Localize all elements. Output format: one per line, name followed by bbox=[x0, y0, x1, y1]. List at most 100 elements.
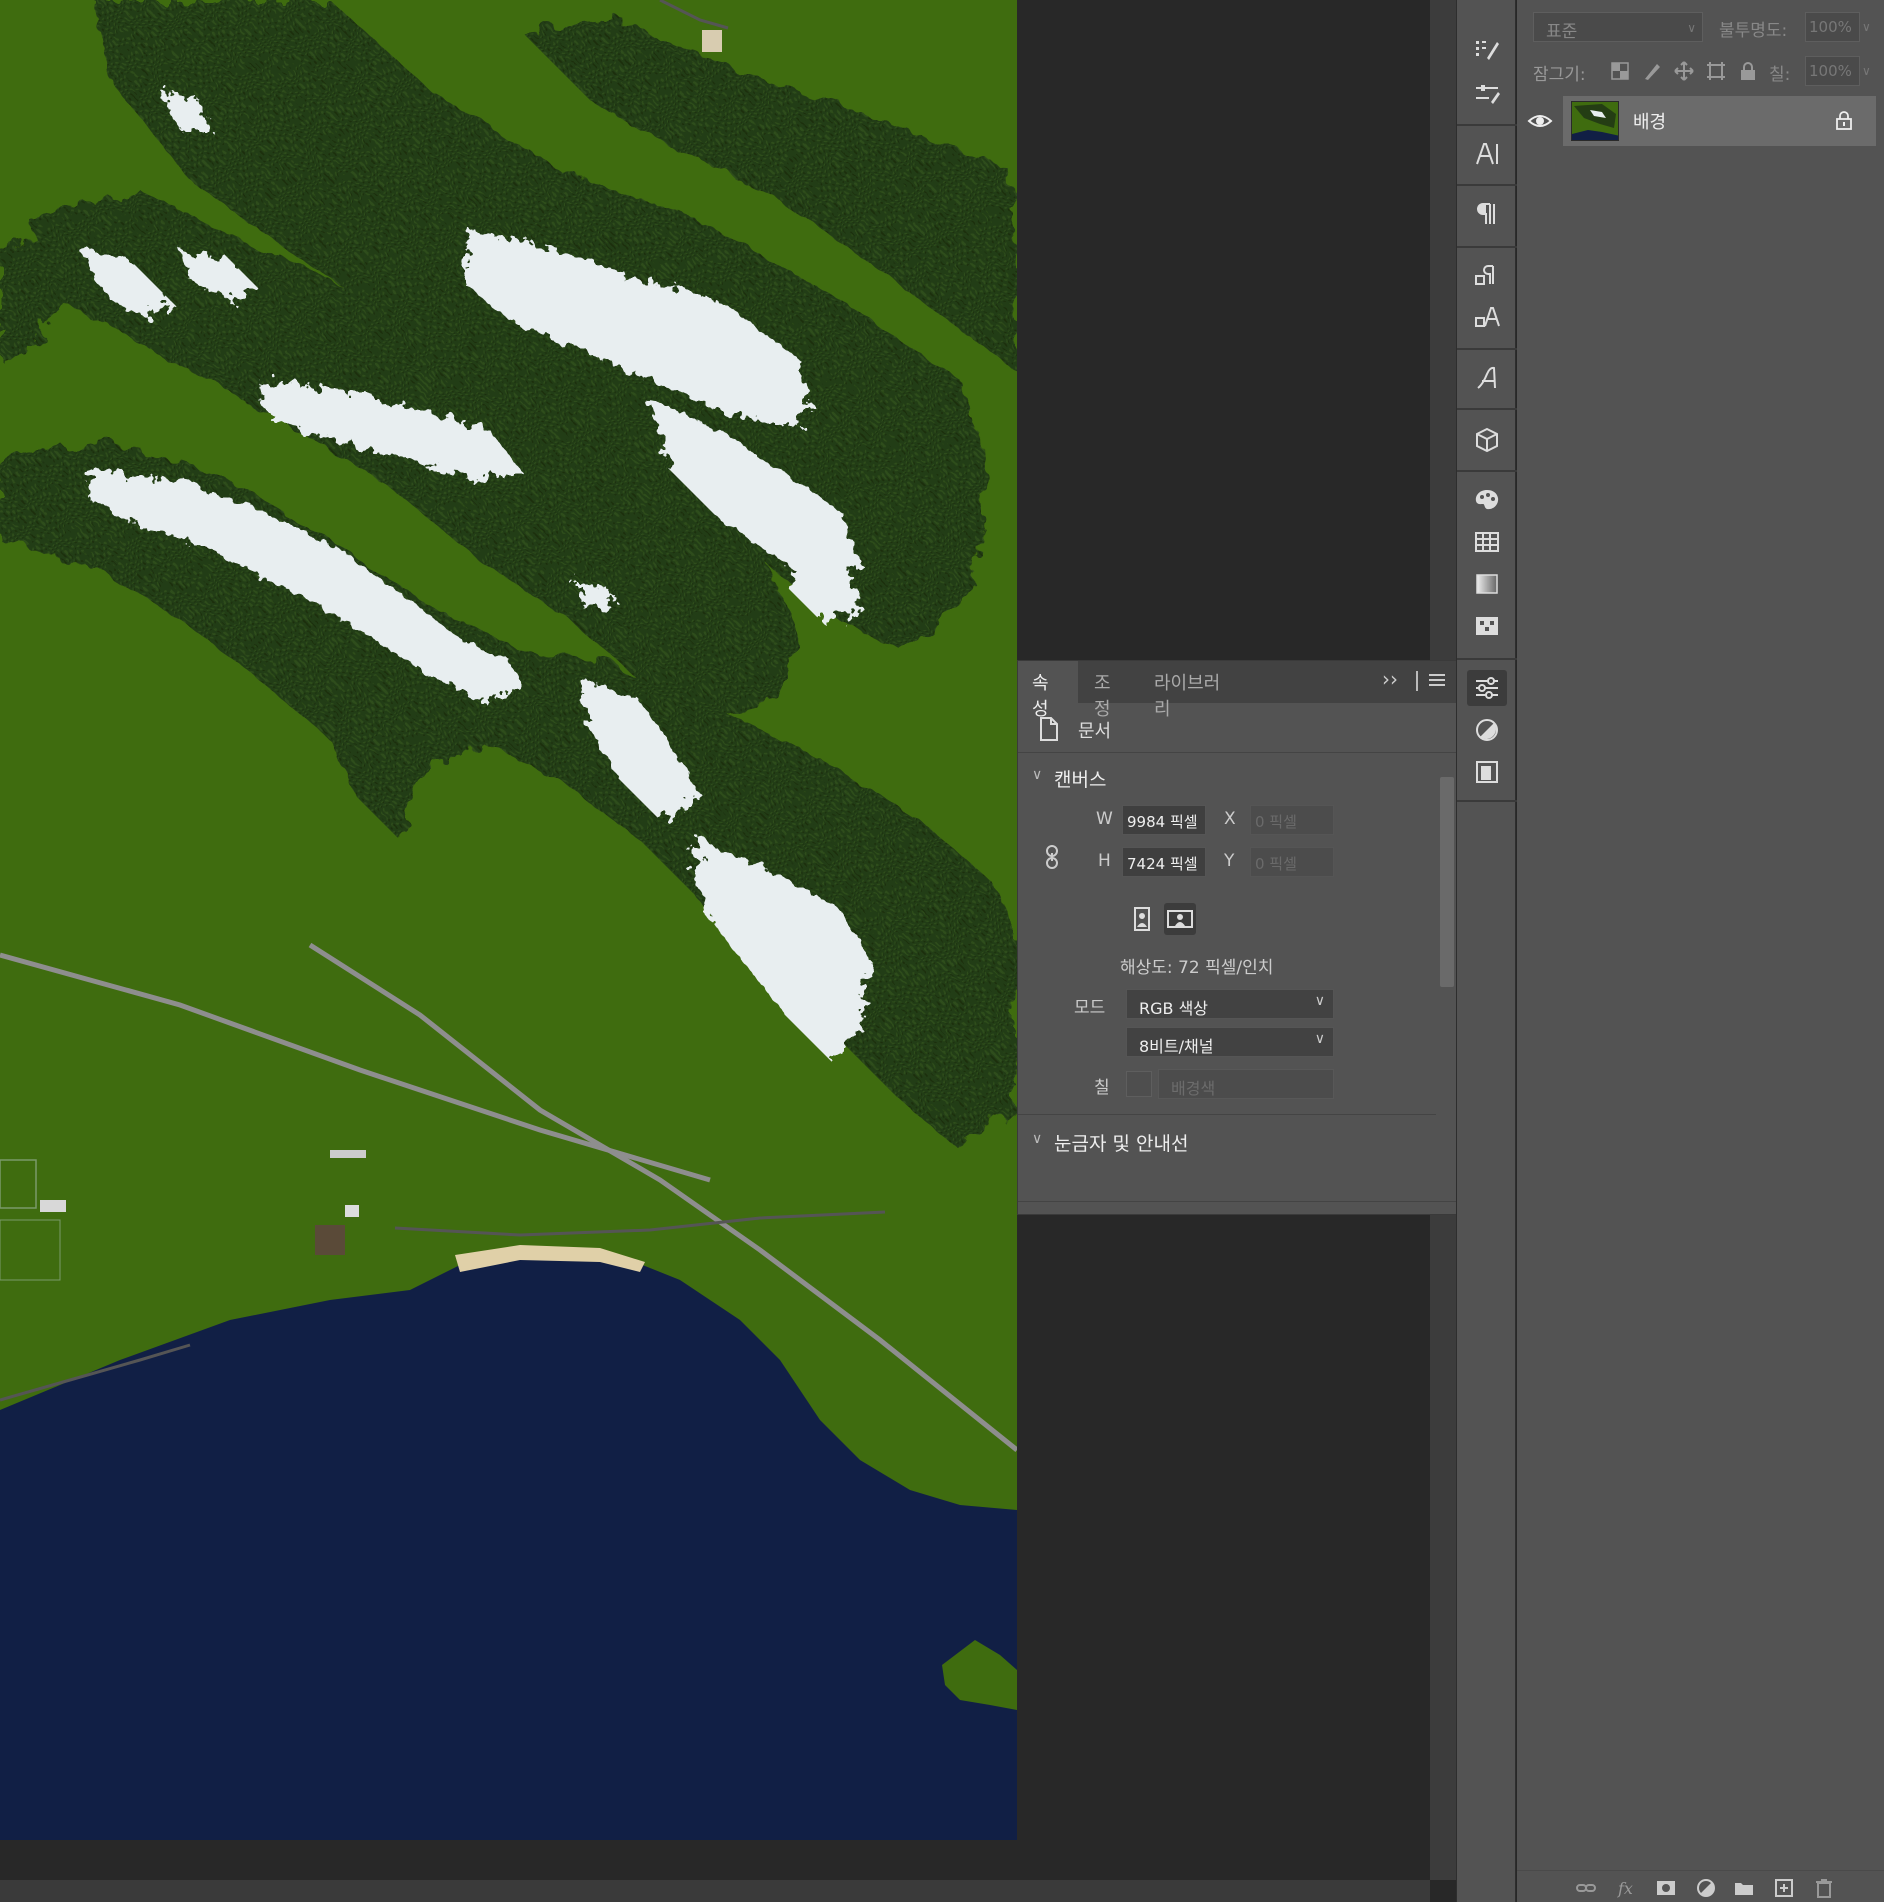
chevron-down-icon[interactable]: ∨ bbox=[1032, 1131, 1042, 1147]
properties-panel: 속성 조정 라이브러리 ›› 문서 ∨ 캔버스 W 9984 픽셀 X 0 픽셀… bbox=[1017, 660, 1458, 1215]
document-icon bbox=[1040, 717, 1058, 741]
panel-tabs: 속성 조정 라이브러리 ›› bbox=[1018, 661, 1458, 720]
glyphs-icon bbox=[1477, 366, 1496, 389]
adjustment-layer-icon[interactable] bbox=[1695, 1877, 1717, 1899]
rulers-guides-title[interactable]: 눈금자 및 안내선 bbox=[1054, 1129, 1188, 1156]
panel-resize-handle[interactable] bbox=[1018, 1201, 1458, 1215]
group-folder-icon[interactable] bbox=[1733, 1877, 1755, 1899]
map-image bbox=[0, 0, 1017, 1840]
lock-all-icon[interactable] bbox=[1737, 60, 1759, 82]
brush-settings-button[interactable] bbox=[1467, 76, 1507, 112]
status-bar bbox=[0, 1880, 1430, 1902]
strip-separator bbox=[1457, 470, 1517, 472]
height-field[interactable]: 7424 픽셀 bbox=[1122, 847, 1206, 877]
bit-depth-value: 8비트/채널 bbox=[1139, 1037, 1214, 1056]
document-canvas[interactable] bbox=[0, 0, 1017, 1840]
paragraph-styles-button[interactable] bbox=[1467, 258, 1507, 294]
visibility-eye-icon[interactable] bbox=[1527, 110, 1553, 132]
height-label: H bbox=[1098, 851, 1111, 871]
chevron-down-icon[interactable]: ∨ bbox=[1862, 56, 1880, 86]
lock-label: 잠그기: bbox=[1533, 65, 1586, 85]
strip-separator bbox=[1457, 658, 1517, 660]
width-field[interactable]: 9984 픽셀 bbox=[1122, 805, 1206, 835]
color-mode-select[interactable]: RGB 색상 ∨ bbox=[1126, 989, 1334, 1019]
paragraph-icon bbox=[1477, 203, 1495, 224]
strip-separator bbox=[1457, 124, 1517, 126]
trash-icon[interactable] bbox=[1813, 1877, 1835, 1899]
svg-text:fx: fx bbox=[1617, 1879, 1633, 1898]
portrait-icon bbox=[1134, 907, 1150, 931]
expand-panel-icon[interactable]: ›› bbox=[1382, 667, 1398, 691]
bit-depth-select[interactable]: 8비트/채널 ∨ bbox=[1126, 1027, 1334, 1057]
3d-button[interactable] bbox=[1467, 422, 1507, 458]
chevron-down-icon[interactable]: ∨ bbox=[1862, 12, 1880, 42]
blend-mode-select[interactable]: 표준 ∨ bbox=[1533, 12, 1703, 42]
tab-properties[interactable]: 속성 bbox=[1018, 661, 1078, 720]
lock-artboard-icon[interactable] bbox=[1705, 60, 1727, 82]
lock-position-icon[interactable] bbox=[1673, 60, 1695, 82]
portrait-orientation-button[interactable] bbox=[1126, 903, 1158, 935]
properties-button[interactable] bbox=[1467, 670, 1507, 706]
link-layers-icon[interactable] bbox=[1575, 1877, 1597, 1899]
opacity-field[interactable]: 100% bbox=[1805, 12, 1860, 42]
libraries-icon bbox=[1476, 761, 1498, 783]
lock-image-pixels-icon[interactable] bbox=[1641, 60, 1663, 82]
swatches-button[interactable] bbox=[1467, 524, 1507, 560]
patterns-icon bbox=[1476, 617, 1498, 635]
adjustments-button[interactable] bbox=[1467, 712, 1507, 748]
fill-label: 칠 bbox=[1094, 1078, 1110, 1098]
y-label: Y bbox=[1224, 851, 1235, 871]
mode-label: 모드 bbox=[1074, 998, 1106, 1018]
paragraph-button[interactable] bbox=[1467, 196, 1507, 232]
glyphs-button[interactable] bbox=[1467, 360, 1507, 396]
layer-row[interactable]: 배경 bbox=[1563, 96, 1876, 146]
fill-value: 배경색 bbox=[1171, 1079, 1216, 1098]
thumbnail-image bbox=[1572, 102, 1618, 140]
chevron-down-icon[interactable]: ∨ bbox=[1032, 767, 1042, 783]
tab-adjustments[interactable]: 조정 bbox=[1080, 661, 1138, 720]
gradients-button[interactable] bbox=[1467, 566, 1507, 602]
y-field[interactable]: 0 픽셀 bbox=[1250, 847, 1334, 877]
properties-icon bbox=[1476, 677, 1498, 699]
width-label: W bbox=[1096, 809, 1113, 829]
new-layer-icon[interactable] bbox=[1773, 1877, 1795, 1899]
panel-menu-icon[interactable] bbox=[1428, 671, 1446, 689]
color-button[interactable] bbox=[1467, 482, 1507, 518]
strip-separator bbox=[1457, 246, 1517, 248]
layer-lock-icon[interactable] bbox=[1835, 110, 1853, 130]
fill-select[interactable]: 배경색 bbox=[1158, 1069, 1334, 1099]
fx-icon[interactable]: fx bbox=[1615, 1877, 1637, 1899]
fill-label: 칠: bbox=[1769, 65, 1791, 85]
gradient-icon bbox=[1476, 574, 1498, 594]
fill-field[interactable]: 100% bbox=[1805, 56, 1860, 86]
layers-panel: 표준 ∨ 불투명도: 100% ∨ 잠그기: 칠: 100% ∨ 배경 fx bbox=[1517, 0, 1884, 1902]
color-palette-icon bbox=[1475, 490, 1499, 510]
blend-mode-value: 표준 bbox=[1546, 22, 1578, 42]
x-label: X bbox=[1224, 809, 1236, 829]
canvas-section: ∨ 캔버스 W 9984 픽셀 X 0 픽셀 H 7424 픽셀 Y 0 픽셀 bbox=[1018, 753, 1436, 1115]
tabs-divider bbox=[1416, 671, 1418, 691]
fill-color-swatch[interactable] bbox=[1126, 1071, 1152, 1097]
character-styles-button[interactable] bbox=[1467, 300, 1507, 336]
scroll-thumb[interactable] bbox=[1440, 777, 1454, 987]
lock-transparent-pixels-icon[interactable] bbox=[1609, 60, 1631, 82]
landscape-orientation-button[interactable] bbox=[1164, 903, 1196, 935]
blend-mode-row: 표준 ∨ 불투명도: 100% ∨ bbox=[1525, 12, 1875, 42]
tab-libraries[interactable]: 라이브러리 bbox=[1140, 661, 1250, 720]
chevron-down-icon: ∨ bbox=[1687, 21, 1696, 35]
libraries-button[interactable] bbox=[1467, 754, 1507, 790]
layer-mask-icon[interactable] bbox=[1655, 1877, 1677, 1899]
landscape-icon bbox=[1167, 910, 1193, 928]
character-button[interactable] bbox=[1467, 136, 1507, 172]
x-field[interactable]: 0 픽셀 bbox=[1250, 805, 1334, 835]
adjustments-icon bbox=[1476, 719, 1498, 741]
brush-presets-button[interactable] bbox=[1467, 32, 1507, 68]
properties-scrollbar[interactable] bbox=[1436, 753, 1458, 1153]
color-mode-value: RGB 색상 bbox=[1139, 999, 1209, 1018]
canvas-section-title[interactable]: 캔버스 bbox=[1054, 765, 1106, 792]
layer-name[interactable]: 배경 bbox=[1633, 108, 1666, 134]
link-dimensions-icon[interactable] bbox=[1042, 843, 1062, 871]
strip-separator bbox=[1457, 800, 1517, 802]
chevron-down-icon: ∨ bbox=[1314, 1031, 1325, 1047]
patterns-button[interactable] bbox=[1467, 608, 1507, 644]
